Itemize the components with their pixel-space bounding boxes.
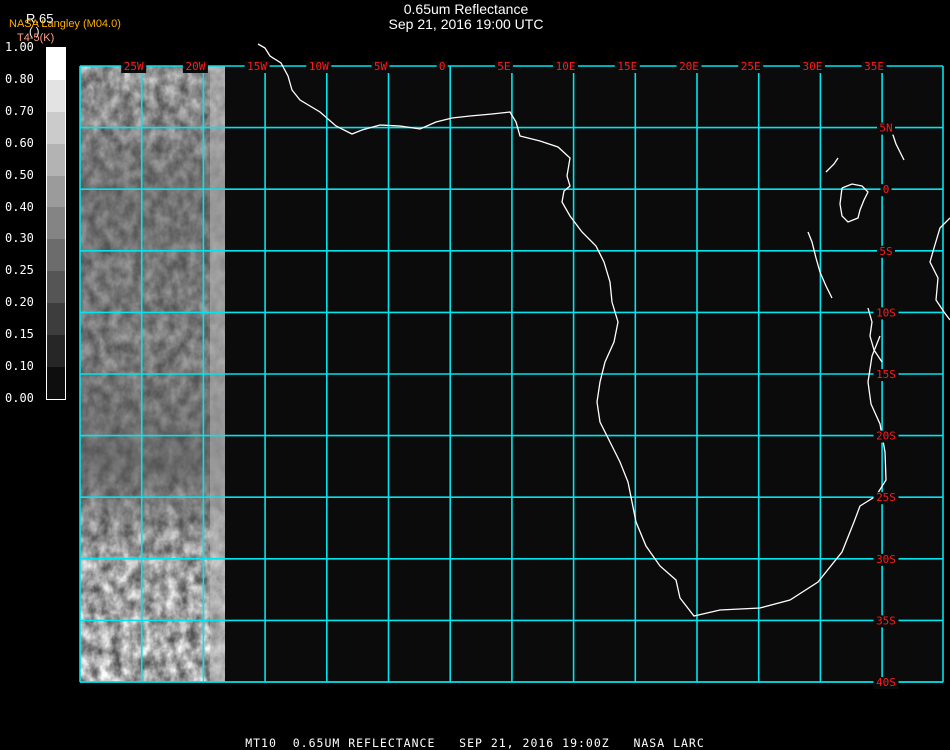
grid-label: 15E (617, 60, 637, 73)
grid-label: 5E (497, 60, 510, 73)
grid-label: 5S (879, 245, 892, 258)
grid-label: 40S (876, 676, 896, 689)
grid-label: 25W (124, 60, 144, 73)
grid-label: 20E (679, 60, 699, 73)
grid-label: 25S (876, 491, 896, 504)
grid-label: 35E (864, 60, 884, 73)
grid-label: 5W (374, 60, 388, 73)
grid-label: 10W (309, 60, 329, 73)
grid-label: 20W (185, 60, 205, 73)
map-view[interactable]: 25W 20W 15W 10W 5W 0 5E 10E 15E 20E 25E 30E 35E 5N 0 5S… (0, 0, 950, 730)
footer-caption: MT10 0.65UM REFLECTANCE SEP 21, 2016 19:… (245, 736, 705, 750)
grid-label: 30E (802, 60, 822, 73)
grid-label: 10E (556, 60, 576, 73)
grid-label: 0 (883, 183, 890, 196)
grid-label: 20S (876, 430, 896, 443)
grid-label: 25E (741, 60, 761, 73)
grid-label: 30S (876, 553, 896, 566)
grid-label: 10S (876, 306, 896, 319)
grid-label: 0 (439, 60, 446, 73)
grid-label: 5N (879, 122, 892, 135)
grid-label: 15S (876, 368, 896, 381)
grid-label: 35S (876, 614, 896, 627)
grid-label: 15W (247, 60, 267, 73)
